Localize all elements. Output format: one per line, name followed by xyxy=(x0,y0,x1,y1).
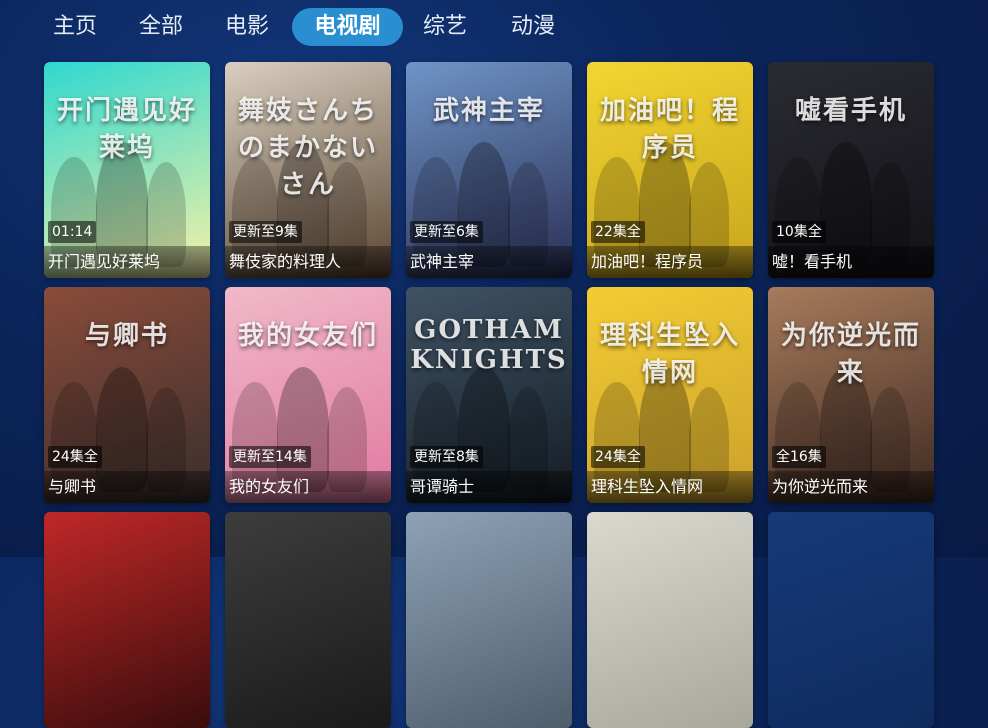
series-card[interactable]: 与卿书 24集全 与卿书 xyxy=(44,287,210,503)
series-poster xyxy=(44,512,210,728)
poster-title-art: 为你逆光而来 xyxy=(780,321,921,388)
episode-badge: 01:14 xyxy=(48,221,97,243)
poster-title-art: 舞妓さんちのまかないさん xyxy=(237,96,378,200)
poster-title-art: GOTHAM KNIGHTS xyxy=(410,315,568,375)
poster-title-art: 嘘看手机 xyxy=(794,96,907,126)
series-card[interactable]: 为你逆光而来 全16集 为你逆光而来 xyxy=(768,287,934,503)
tab-movies[interactable]: 电影 xyxy=(210,8,284,46)
tab-tv-series[interactable]: 电视剧 xyxy=(292,8,403,46)
tab-all[interactable]: 全部 xyxy=(124,8,198,46)
episode-badge: 全16集 xyxy=(772,446,826,468)
series-poster xyxy=(768,512,934,728)
series-title: 加油吧！程序员 xyxy=(587,246,753,278)
series-card[interactable] xyxy=(406,512,572,728)
poster-title-art: 理科生坠入情网 xyxy=(599,321,740,388)
episode-badge: 24集全 xyxy=(591,446,645,468)
poster-title-art: 加油吧！程序员 xyxy=(599,96,740,163)
tab-variety[interactable]: 综艺 xyxy=(408,8,482,46)
series-title: 舞伎家的料理人 xyxy=(225,246,391,278)
poster-title-art: 开门遇见好莱坞 xyxy=(56,96,197,163)
series-card[interactable] xyxy=(225,512,391,728)
episode-badge: 10集全 xyxy=(772,221,826,243)
series-card[interactable] xyxy=(44,512,210,728)
series-poster xyxy=(225,512,391,728)
episode-badge: 更新至8集 xyxy=(410,446,483,468)
poster-title-art: 武神主宰 xyxy=(432,96,545,126)
series-card[interactable]: 我的女友们 更新至14集 我的女友们 xyxy=(225,287,391,503)
series-title: 开门遇见好莱坞 xyxy=(44,246,210,278)
series-card[interactable] xyxy=(768,512,934,728)
series-poster xyxy=(406,512,572,728)
episode-badge: 更新至9集 xyxy=(229,221,302,243)
series-poster xyxy=(587,512,753,728)
series-title: 理科生坠入情网 xyxy=(587,471,753,503)
poster-title-art: 我的女友们 xyxy=(237,321,378,351)
episode-badge: 更新至14集 xyxy=(229,446,311,468)
tab-home[interactable]: 主页 xyxy=(38,8,112,46)
series-card[interactable]: 嘘看手机 10集全嘘！看手机 xyxy=(768,62,934,278)
series-title: 为你逆光而来 xyxy=(768,471,934,503)
episode-badge: 更新至6集 xyxy=(410,221,483,243)
series-title: 我的女友们 xyxy=(225,471,391,503)
series-title: 嘘！看手机 xyxy=(768,246,934,278)
series-card[interactable]: 舞妓さんちのまかないさん更新至9集舞伎家的料理人 xyxy=(225,62,391,278)
series-title: 武神主宰 xyxy=(406,246,572,278)
series-card[interactable]: 加油吧！程序员 22集全 加油吧！程序员 xyxy=(587,62,753,278)
episode-badge: 22集全 xyxy=(591,221,645,243)
series-card[interactable]: 理科生坠入情网 24集全 理科生坠入情网 xyxy=(587,287,753,503)
series-card[interactable]: 开门遇见好莱坞 01:14 开门遇见好莱坞 xyxy=(44,62,210,278)
category-tabs: 主页 全部 电影 电视剧 综艺 动漫 xyxy=(0,0,988,52)
poster-title-art: 与卿书 xyxy=(84,321,169,351)
series-card[interactable]: 武神主宰 更新至6集 武神主宰 xyxy=(406,62,572,278)
series-title: 与卿书 xyxy=(44,471,210,503)
tab-anime[interactable]: 动漫 xyxy=(496,8,570,46)
series-card[interactable]: GOTHAM KNIGHTS 更新至8集哥谭骑士 xyxy=(406,287,572,503)
series-title: 哥谭骑士 xyxy=(406,471,572,503)
series-card[interactable] xyxy=(587,512,753,728)
episode-badge: 24集全 xyxy=(48,446,102,468)
